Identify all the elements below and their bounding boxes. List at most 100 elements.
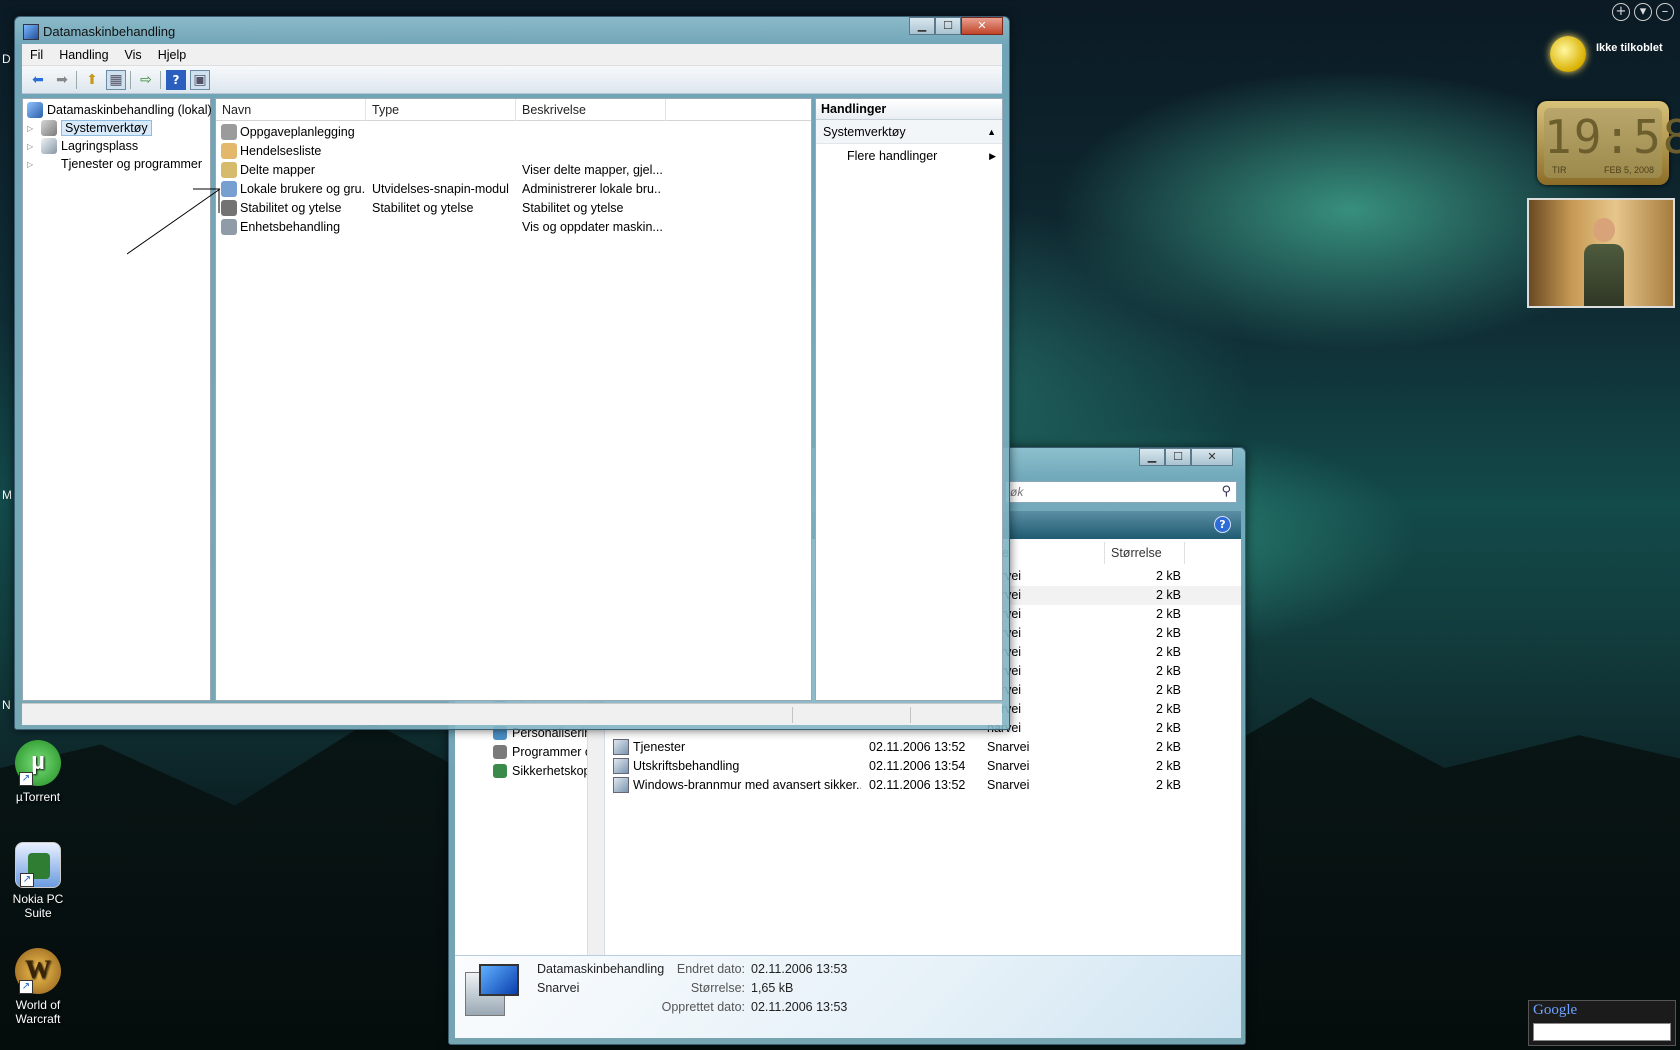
search-input[interactable]	[1006, 482, 1206, 502]
photo-person	[1584, 218, 1624, 306]
nav-item-label: Programmer o	[512, 744, 592, 759]
menu-view[interactable]: Vis	[117, 44, 150, 65]
desktop-icon-world-of-warcraft[interactable]: W ↗ World of Warcraft	[8, 948, 68, 1026]
export-list-icon[interactable]: ⇨	[136, 70, 156, 90]
back-icon[interactable]: ⬅	[28, 70, 48, 90]
shortcut-arrow-icon: ↗	[19, 772, 33, 786]
sidebar-menu-button[interactable]: ▾	[1634, 3, 1652, 21]
file-row[interactable]: Windows-brannmur med avansert sikker... 0…	[607, 776, 1241, 795]
world-of-warcraft-icon: W ↗	[15, 948, 61, 994]
expand-triangle-icon[interactable]: ▷	[27, 160, 37, 169]
forward-icon[interactable]: ➡	[52, 70, 72, 90]
tree-root[interactable]: Datamaskinbehandling (lokal)	[27, 101, 212, 119]
desktop-edge-text: D	[2, 52, 11, 66]
window-title: Datamaskinbehandling	[43, 24, 176, 39]
desktop-icon-label: Nokia PC Suite	[12, 892, 64, 920]
action-more-actions[interactable]: Flere handlinger ▶	[816, 144, 1002, 168]
google-search-input[interactable]	[1533, 1023, 1671, 1041]
explorer-window-buttons: ▁ ☐ ✕	[1139, 448, 1233, 466]
minimize-button[interactable]: ▁	[909, 17, 935, 35]
explorer-minimize-button[interactable]: ▁	[1139, 448, 1165, 466]
actions-pane: Handlinger Systemverktøy ▲ Flere handlin…	[815, 98, 1003, 701]
system-tools-icon	[41, 120, 57, 136]
computer-management-window[interactable]: Datamaskinbehandling ▁ ☐ ✕ Fil Handling …	[14, 16, 1010, 730]
details-kind: Snarvei	[537, 981, 580, 995]
file-type: Snarvei	[987, 759, 1030, 773]
menu-file[interactable]: Fil	[22, 44, 51, 65]
file-size: 2 kB	[1155, 607, 1181, 621]
list-item[interactable]: Hendelsesliste	[216, 142, 811, 161]
computer-management-icon	[461, 962, 523, 1028]
actions-group-systemverktoy[interactable]: Systemverktøy ▲	[816, 120, 1002, 144]
file-type: Snarvei	[987, 778, 1030, 792]
tree-item-tjenester-og-programmer[interactable]: ▷ Tjenester og programmer	[27, 155, 202, 173]
tree-item-lagringsplass[interactable]: ▷ Lagringsplass	[27, 137, 138, 155]
nav-item[interactable]: Sikkerhetskopi	[493, 761, 593, 780]
status-bar-divider	[910, 707, 911, 723]
list-item[interactable]: Enhetsbehandling Vis og oppdater maskin..…	[216, 218, 811, 237]
slideshow-gadget-photo[interactable]	[1527, 198, 1675, 308]
explorer-search-box[interactable]: ⚲	[1005, 481, 1237, 503]
list-item-name: Lokale brukere og gru...	[240, 182, 364, 196]
show-hide-action-pane-icon[interactable]: ▣	[190, 69, 210, 90]
menu-action[interactable]: Handling	[51, 44, 116, 65]
help-icon[interactable]: ?	[166, 69, 186, 90]
expand-triangle-icon[interactable]: ▷	[27, 142, 37, 151]
menu-help[interactable]: Hjelp	[150, 44, 195, 65]
list-header: Navn Type Beskrivelse	[216, 99, 811, 121]
column-header-name[interactable]: Navn	[216, 99, 366, 121]
expand-triangle-icon[interactable]: ▷	[27, 124, 37, 133]
explorer-close-button[interactable]: ✕	[1191, 448, 1233, 466]
clock-gadget[interactable]: 19:58 TIR FEB 5, 2008	[1537, 101, 1680, 185]
nav-item[interactable]: Programmer o	[493, 742, 592, 761]
tree-item-systemverktoy[interactable]: ▷ Systemverktøy	[27, 119, 152, 137]
column-header-type[interactable]: Type	[366, 99, 516, 121]
collapse-up-icon[interactable]: ▲	[987, 120, 996, 144]
menu-bar: Fil Handling Vis Hjelp	[22, 44, 1002, 66]
file-row[interactable]: Tjenester 02.11.2006 13:52 Snarvei 2 kB	[607, 738, 1241, 757]
desktop-icon-label: World of Warcraft	[15, 998, 61, 1026]
file-size: 2 kB	[1155, 626, 1181, 640]
file-date: 02.11.2006 13:54	[869, 759, 966, 773]
close-button[interactable]: ✕	[961, 17, 1003, 35]
computer-management-icon	[27, 102, 43, 118]
column-header-description[interactable]: Beskrivelse	[516, 99, 666, 121]
mmc-window-buttons: ▁ ☐ ✕	[909, 17, 1003, 35]
show-hide-tree-icon[interactable]: ▦	[106, 69, 126, 90]
toolbar-separator	[160, 70, 162, 89]
sidebar-add-gadget-button[interactable]: +	[1612, 3, 1630, 21]
file-size: 2 kB	[1155, 569, 1181, 583]
file-size: 2 kB	[1155, 778, 1181, 792]
desktop-icon-nokia-pc-suite[interactable]: ↗ Nokia PC Suite	[8, 842, 68, 920]
toolbar-separator	[130, 70, 132, 89]
snapin-icon	[221, 124, 237, 140]
list-item[interactable]: Stabilitet og ytelse Stabilitet og ytelse…	[216, 199, 811, 218]
list-item[interactable]: Lokale brukere og gru... Utvidelses-snapi…	[216, 180, 811, 199]
snapin-icon	[221, 143, 237, 159]
file-size: 2 kB	[1155, 721, 1181, 735]
explorer-maximize-button[interactable]: ☐	[1165, 448, 1191, 466]
details-size-label: Størrelse:	[690, 981, 745, 995]
search-icon[interactable]: ⚲	[1221, 484, 1231, 499]
maximize-button[interactable]: ☐	[935, 17, 961, 35]
file-size: 2 kB	[1155, 702, 1181, 716]
nokia-pc-suite-icon: ↗	[15, 842, 61, 888]
up-folder-icon[interactable]: ⬆	[82, 70, 102, 90]
list-item-name: Delte mapper	[240, 163, 316, 177]
list-item[interactable]: Delte mapper Viser delte mapper, gjel...	[216, 161, 811, 180]
shortcut-file-icon	[613, 758, 629, 774]
utorrent-icon: µ ↗	[15, 740, 61, 786]
list-item-description: Administrerer lokale bru...	[522, 182, 662, 196]
file-row[interactable]: Utskriftsbehandling 02.11.2006 13:54 Snarv…	[607, 757, 1241, 776]
shortcut-arrow-icon: ↗	[20, 873, 34, 887]
list-item[interactable]: Oppgaveplanlegging	[216, 123, 811, 142]
desktop-icon-utorrent[interactable]: µ ↗ µTorrent	[8, 740, 68, 804]
file-size: 2 kB	[1155, 683, 1181, 697]
sidebar-minimize-button[interactable]: –	[1656, 3, 1674, 21]
desktop-edge-text: M	[2, 488, 12, 502]
column-header-size[interactable]: Størrelse	[1105, 542, 1185, 564]
file-size: 2 kB	[1155, 645, 1181, 659]
list-item-name: Hendelsesliste	[240, 144, 322, 158]
help-icon[interactable]: ?	[1214, 516, 1231, 533]
list-item-description: Stabilitet og ytelse	[522, 201, 624, 215]
